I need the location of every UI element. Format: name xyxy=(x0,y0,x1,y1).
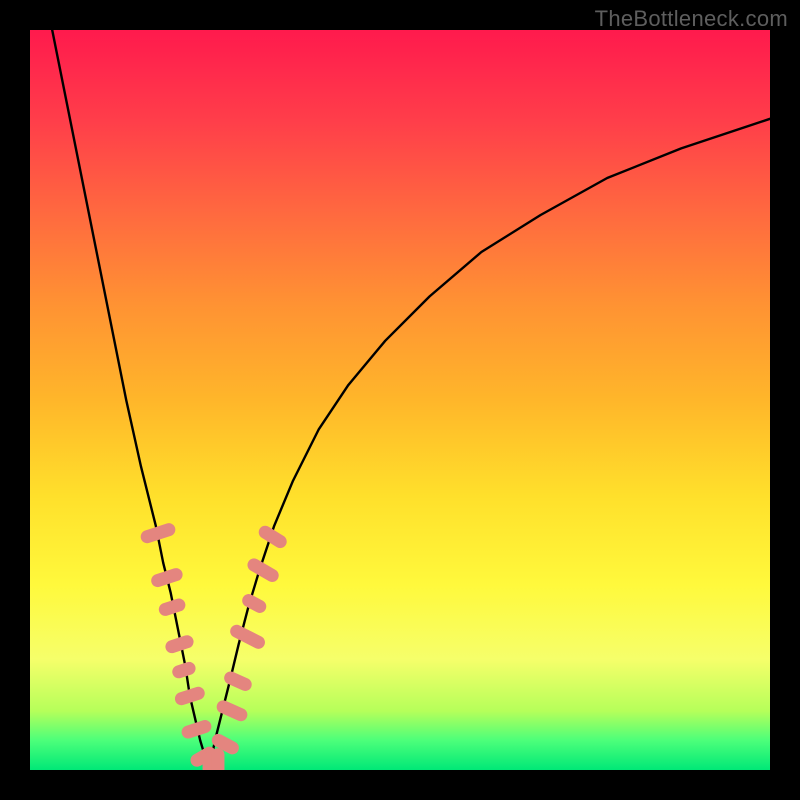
curve-layer xyxy=(30,30,770,770)
highlight-pill xyxy=(228,623,267,652)
watermark-text: TheBottleneck.com xyxy=(595,6,788,32)
chart-frame: TheBottleneck.com xyxy=(0,0,800,800)
bottleneck-curve-right xyxy=(209,119,770,770)
highlight-pill xyxy=(240,592,269,615)
bottleneck-curve-left xyxy=(52,30,209,770)
bottleneck-curves xyxy=(52,30,770,770)
highlight-pill xyxy=(211,748,224,770)
highlight-pill xyxy=(150,566,185,588)
